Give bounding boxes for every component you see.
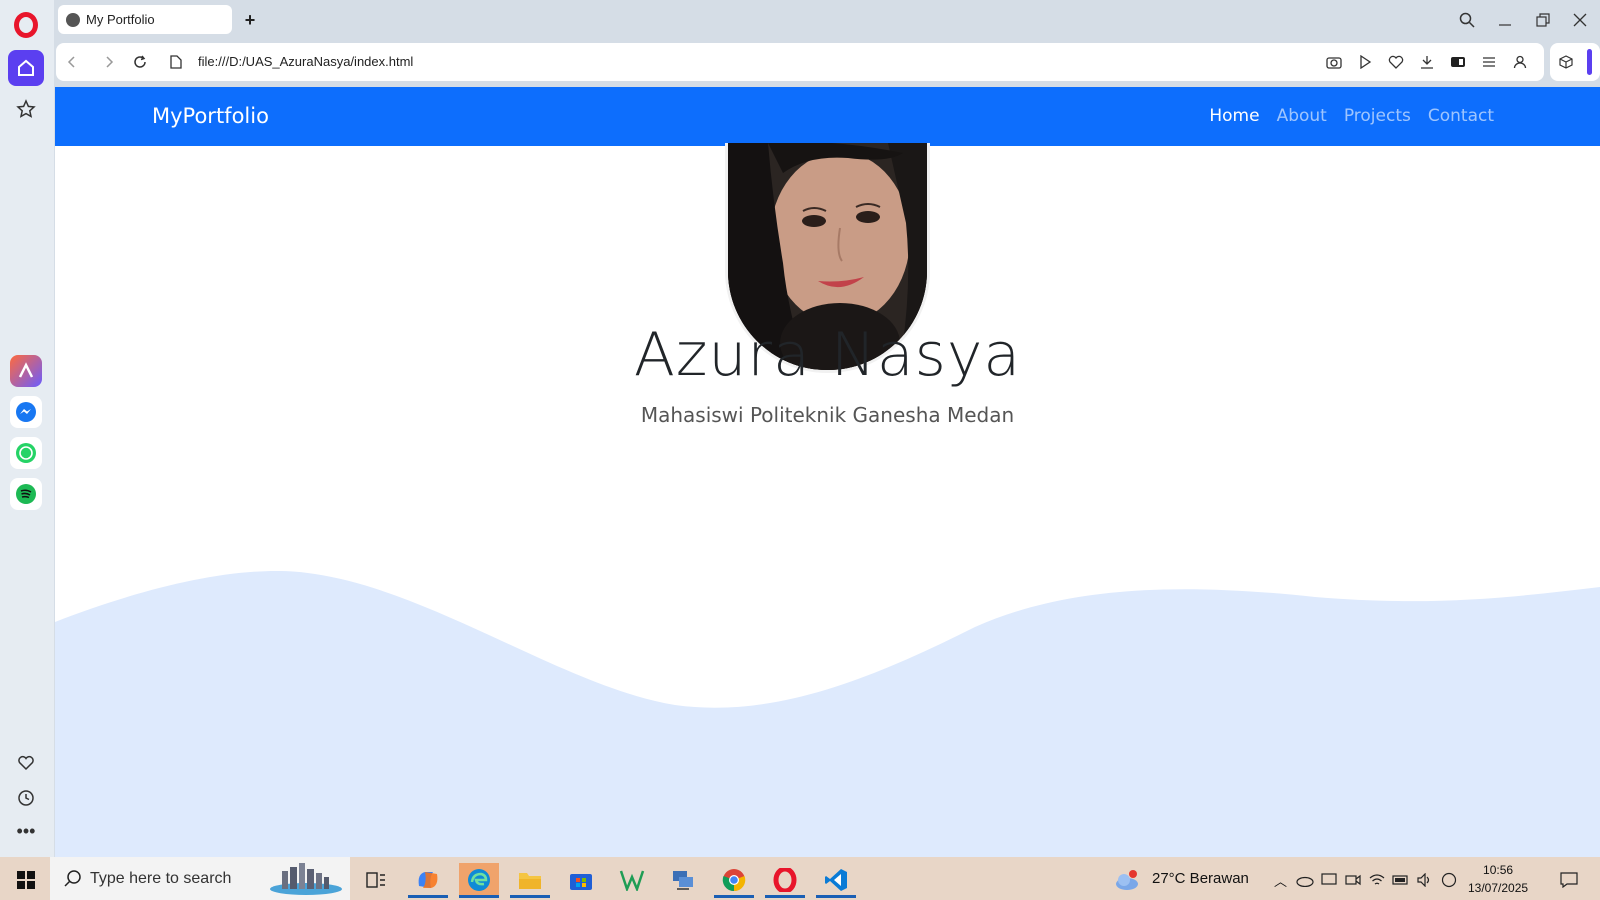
search-highlight-image: [270, 863, 342, 895]
windows-start-icon[interactable]: [6, 863, 46, 896]
sidebar-toggle-indicator[interactable]: [1587, 49, 1592, 75]
page-viewport: MyPortfolio Home About Projects Contact …: [55, 87, 1600, 857]
camera-icon[interactable]: [1324, 52, 1344, 72]
address-bar: file:///D:/UAS_AzuraNasya/index.html: [56, 43, 1544, 81]
bookmark-heart-icon[interactable]: [1386, 52, 1406, 72]
vscode-insiders-icon[interactable]: [612, 863, 652, 896]
easy-setup-icon[interactable]: [1479, 52, 1499, 72]
notification-icon[interactable]: [1554, 863, 1584, 896]
microsoft-store-icon[interactable]: [561, 863, 601, 896]
monitor-icon[interactable]: [1318, 863, 1340, 896]
play-icon[interactable]: [1355, 52, 1375, 72]
weather-text[interactable]: 27°C Berawan: [1152, 870, 1249, 887]
hero-name: Azura Nasya: [633, 320, 1022, 390]
vscode-icon[interactable]: [816, 863, 856, 898]
tab-title: My Portfolio: [86, 12, 155, 27]
taskbar-clock[interactable]: 10:56 13/07/2025: [1468, 861, 1528, 897]
wifi-icon[interactable]: [1366, 863, 1388, 896]
task-view-icon[interactable]: [356, 863, 396, 896]
opera-icon[interactable]: [765, 863, 805, 898]
hero-subtitle: Mahasiswi Politeknik Ganesha Medan: [640, 403, 1015, 427]
browser-sidebar: •••: [0, 0, 54, 857]
new-tab-button[interactable]: +: [238, 8, 262, 32]
heart-icon[interactable]: [8, 745, 44, 781]
url-field[interactable]: file:///D:/UAS_AzuraNasya/index.html: [198, 54, 413, 69]
extensions-cube-icon[interactable]: [1556, 52, 1576, 72]
battery-icon[interactable]: [1390, 863, 1412, 896]
copilot-icon[interactable]: [408, 863, 448, 898]
restore-icon[interactable]: [1528, 6, 1558, 34]
windows-taskbar: Type here to search 27°C Berawan ︿ 10:56…: [0, 857, 1600, 900]
battery-saver-icon[interactable]: [1448, 52, 1468, 72]
site-brand[interactable]: MyPortfolio: [152, 104, 269, 128]
aria-app-icon[interactable]: [10, 355, 42, 387]
nav-projects[interactable]: Projects: [1344, 106, 1411, 126]
tab-strip: My Portfolio +: [54, 0, 1600, 42]
extensions-box: [1550, 43, 1600, 81]
show-hidden-icons-icon[interactable]: ︿: [1274, 871, 1287, 890]
history-icon[interactable]: [8, 780, 44, 816]
clock-time: 10:56: [1483, 863, 1514, 877]
messenger-icon[interactable]: [10, 396, 42, 428]
remote-desktop-icon[interactable]: [663, 863, 703, 896]
spotify-icon[interactable]: [10, 478, 42, 510]
edge-icon[interactable]: [459, 863, 499, 898]
onedrive-icon[interactable]: [1294, 863, 1316, 896]
more-icon[interactable]: •••: [8, 813, 44, 849]
nav-contact[interactable]: Contact: [1428, 106, 1494, 126]
meet-now-icon[interactable]: [1342, 863, 1364, 896]
nav-links: Home About Projects Contact: [1209, 106, 1494, 126]
home-icon[interactable]: [8, 50, 44, 86]
forward-icon[interactable]: [99, 52, 119, 72]
file-explorer-icon[interactable]: [510, 863, 550, 898]
file-icon: [166, 52, 186, 72]
minimize-icon[interactable]: [1490, 6, 1520, 34]
taskbar-search-input[interactable]: Type here to search: [50, 857, 350, 900]
language-icon[interactable]: [1438, 863, 1460, 896]
search-placeholder: Type here to search: [90, 869, 232, 887]
download-icon[interactable]: [1417, 52, 1437, 72]
clock-date: 13/07/2025: [1468, 881, 1529, 895]
search-tabs-icon[interactable]: [1452, 6, 1482, 34]
whatsapp-icon[interactable]: [10, 437, 42, 469]
opera-logo-icon[interactable]: [14, 12, 38, 38]
reload-icon[interactable]: [130, 52, 150, 72]
nav-about[interactable]: About: [1277, 106, 1327, 126]
weather-cloud-icon[interactable]: [1112, 863, 1142, 896]
star-icon[interactable]: [8, 91, 44, 127]
profile-icon[interactable]: [1510, 52, 1530, 72]
site-navbar: MyPortfolio Home About Projects Contact: [55, 87, 1600, 146]
search-icon: [64, 870, 81, 887]
hero-wave: [55, 570, 1600, 857]
volume-icon[interactable]: [1414, 863, 1436, 896]
close-icon[interactable]: [1565, 6, 1595, 34]
tab-my-portfolio[interactable]: My Portfolio: [58, 5, 232, 34]
globe-icon: [66, 12, 80, 27]
back-icon[interactable]: [62, 52, 82, 72]
nav-home[interactable]: Home: [1209, 106, 1259, 126]
chrome-icon[interactable]: [714, 863, 754, 898]
